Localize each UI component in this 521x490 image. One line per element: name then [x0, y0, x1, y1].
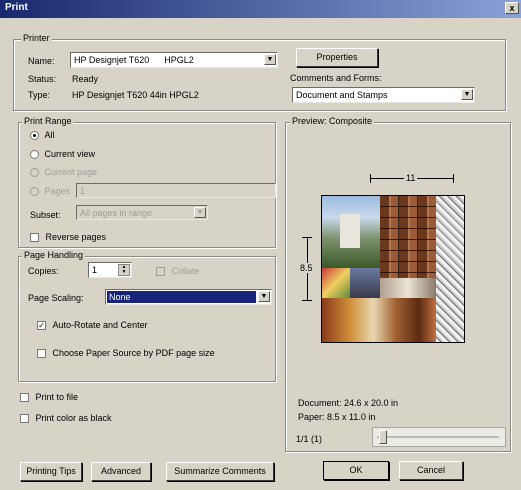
comments-forms-select[interactable]: Document and Stamps ▼: [292, 87, 475, 103]
printer-status-label: Status:: [28, 74, 57, 84]
checkbox-icon: [20, 414, 29, 424]
copies-input[interactable]: 1 ▲ ▼: [88, 262, 132, 278]
reverse-pages-label: Reverse pages: [45, 232, 107, 242]
height-value: 8.5: [300, 263, 313, 273]
reverse-pages-checkbox[interactable]: Reverse pages: [30, 232, 107, 243]
preview-page-image: [321, 195, 465, 343]
printer-name-value: HP Designjet T620 HPGL2: [74, 55, 194, 65]
radio-pages: Pages: [30, 186, 71, 197]
comments-forms-value: Document and Stamps: [296, 90, 388, 100]
city-photo: [350, 268, 380, 298]
summarize-comments-button[interactable]: Summarize Comments: [166, 462, 274, 481]
machinery-sketch: [436, 196, 464, 342]
chevron-down-icon: ▼: [258, 291, 270, 302]
advanced-button[interactable]: Advanced: [91, 462, 151, 481]
width-arrow-cap-left: [370, 174, 371, 183]
auto-rotate-label: Auto-Rotate and Center: [52, 320, 148, 330]
cancel-button[interactable]: Cancel: [399, 461, 463, 480]
collate-checkbox: Collate: [156, 266, 200, 277]
tableware-photo: [380, 278, 436, 298]
print-to-file-checkbox[interactable]: Print to file: [20, 392, 79, 403]
document-size: Document: 24.6 x 20.0 in: [298, 398, 399, 408]
page-slider-track: [377, 436, 499, 438]
radio-icon: [30, 168, 39, 178]
chevron-down-icon: ▼: [264, 54, 276, 65]
height-arrow-cap-top: [302, 237, 312, 238]
collate-label: Collate: [171, 266, 200, 276]
copies-label: Copies:: [28, 266, 59, 276]
page-slider-thumb[interactable]: [379, 430, 387, 444]
auto-rotate-checkbox[interactable]: ✓ Auto-Rotate and Center: [37, 320, 148, 331]
radio-current-view-label: Current view: [44, 149, 96, 159]
width-arrow-cap-right: [453, 174, 454, 183]
ok-button[interactable]: OK: [323, 461, 389, 480]
checkbox-icon: [30, 233, 39, 243]
checkbox-icon: [37, 349, 46, 359]
page-slider[interactable]: [372, 427, 506, 447]
height-dimension-indicator: 8.5: [300, 237, 313, 301]
width-dimension-indicator: 11: [370, 173, 454, 183]
printer-type-value: HP Designjet T620 44in HPGL2: [72, 90, 199, 100]
copies-spinner[interactable]: ▲ ▼: [118, 264, 130, 276]
printer-name-select[interactable]: HP Designjet T620 HPGL2 ▼: [70, 52, 278, 68]
printer-type-label: Type:: [28, 90, 51, 100]
radio-selected-icon: [30, 131, 39, 141]
radio-current-page-label: Current page: [44, 167, 98, 177]
checkbox-icon: [20, 393, 29, 403]
radio-all-label: All: [44, 130, 55, 140]
subset-value: All pages in range: [80, 208, 153, 218]
pages-input-value: 1: [80, 186, 86, 196]
comments-forms-label: Comments and Forms:: [290, 73, 382, 83]
chevron-down-icon: ▼: [194, 207, 206, 218]
printer-group-label: Printer: [21, 33, 52, 43]
pages-input: 1: [76, 183, 276, 198]
chevron-down-icon: ▼: [461, 89, 473, 100]
checkmark-icon: ✓: [37, 321, 46, 331]
title-bar: Print x: [0, 0, 521, 18]
window-title: Print: [5, 2, 28, 13]
printer-status-value: Ready: [72, 74, 99, 84]
castle-tower-shape: [340, 214, 360, 248]
radio-pages-label: Pages: [44, 186, 71, 196]
print-range-label: Print Range: [22, 116, 74, 126]
page-scaling-label: Page Scaling:: [28, 293, 84, 303]
radio-icon: [30, 150, 39, 160]
print-color-black-checkbox[interactable]: Print color as black: [20, 413, 112, 424]
subset-label: Subset:: [30, 210, 61, 220]
flowers-photo: [322, 268, 350, 298]
print-color-black-label: Print color as black: [35, 413, 112, 423]
paper-size: Paper: 8.5 x 11.0 in: [298, 412, 376, 422]
subset-select: All pages in range ▼: [76, 205, 208, 220]
radio-current-view[interactable]: Current view: [30, 149, 96, 160]
preview-label: Preview: Composite: [290, 116, 375, 126]
height-arrow-cap-bottom: [302, 300, 312, 301]
page-handling-label: Page Handling: [22, 250, 86, 260]
copies-value: 1: [92, 265, 98, 275]
radio-icon: [30, 187, 39, 197]
portrait-grid: [380, 196, 436, 278]
properties-button[interactable]: Properties: [296, 48, 378, 67]
print-to-file-label: Print to file: [35, 392, 79, 402]
width-value: 11: [404, 173, 418, 183]
choose-paper-source-label: Choose Paper Source by PDF page size: [52, 348, 215, 358]
page-counter: 1/1 (1): [296, 434, 323, 444]
printing-tips-button[interactable]: Printing Tips: [20, 462, 82, 481]
printer-name-label: Name:: [28, 56, 55, 66]
page-scaling-select[interactable]: None ▼: [105, 289, 272, 305]
radio-current-page: Current page: [30, 167, 98, 178]
close-button[interactable]: x: [505, 2, 519, 14]
food-photo: [322, 298, 436, 342]
choose-paper-source-checkbox[interactable]: Choose Paper Source by PDF page size: [37, 348, 215, 359]
checkbox-icon: [156, 267, 165, 277]
page-scaling-value: None: [109, 292, 131, 302]
radio-all[interactable]: All: [30, 130, 55, 141]
